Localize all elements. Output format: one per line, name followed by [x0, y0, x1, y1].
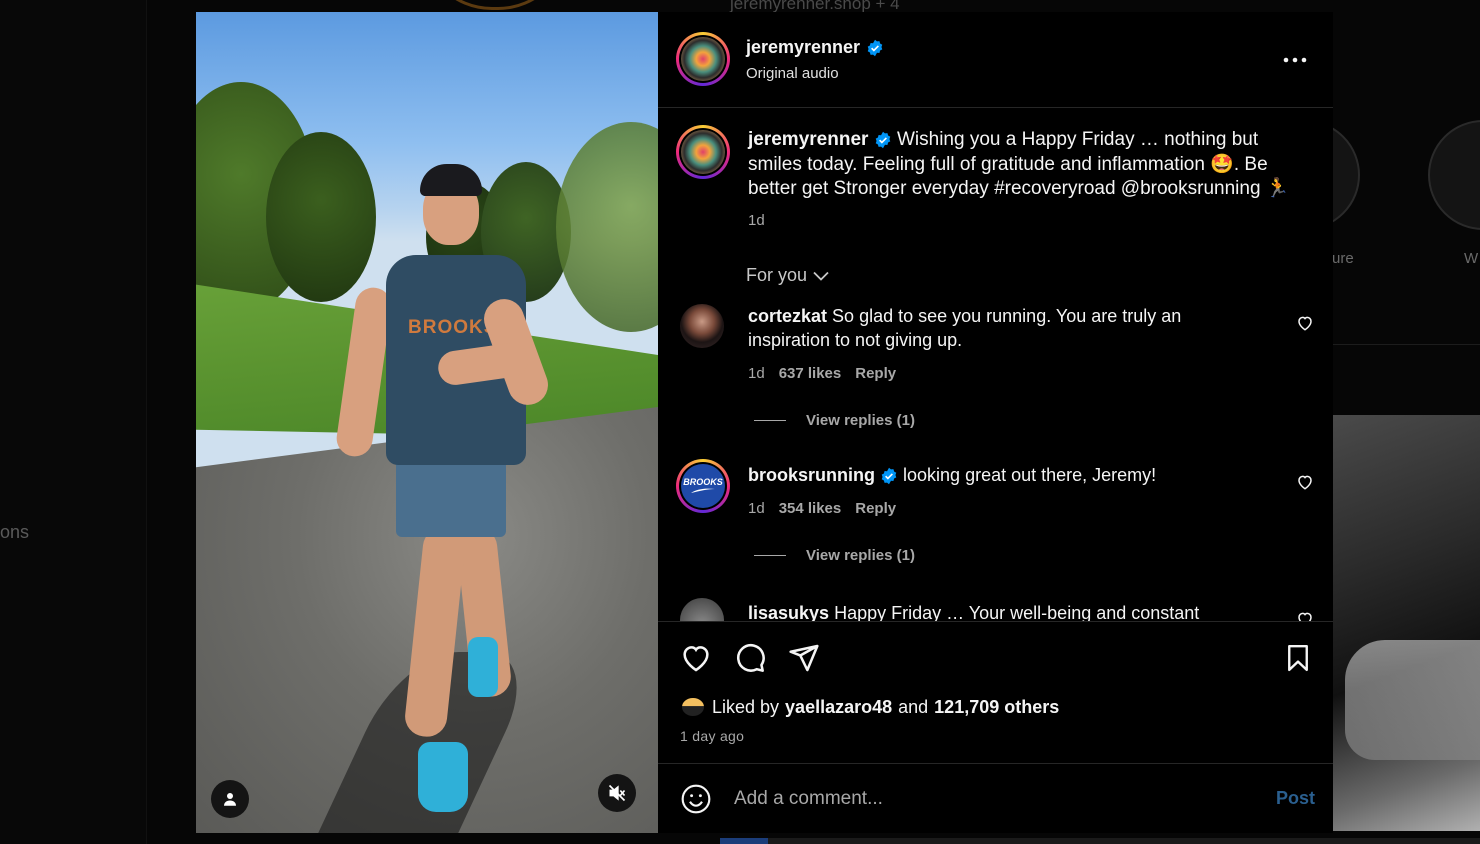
commenter-username-link[interactable]: brooksrunning [748, 465, 875, 485]
comment-reply-button[interactable]: Reply [855, 500, 896, 517]
original-audio-link[interactable]: Original audio [746, 65, 839, 82]
more-options-icon [1283, 57, 1307, 63]
view-replies-button[interactable]: View replies (1) [754, 547, 915, 564]
background-left-nav [0, 0, 147, 844]
liked-by-and: and [898, 696, 929, 717]
like-button[interactable] [678, 640, 714, 676]
chevron-down-icon [813, 271, 829, 281]
comment-like-heart-icon[interactable] [1296, 610, 1314, 621]
muted-speaker-icon [608, 784, 626, 802]
background-divider [1333, 344, 1480, 345]
caption-author-avatar[interactable] [676, 125, 730, 179]
comment-icon [737, 644, 765, 672]
user-icon [224, 793, 236, 806]
liked-by-others-link[interactable]: 121,709 others [934, 697, 1059, 718]
commenter-avatar[interactable]: BROOKS [676, 459, 730, 513]
comment-meta: 1d 637 likes Reply [748, 365, 896, 382]
view-replies-label: View replies (1) [806, 412, 915, 429]
post-details-panel: jeremyrenner Original audio jeremyrenner… [658, 12, 1333, 833]
post-timestamp[interactable]: 1 day ago [680, 728, 744, 744]
background-nav-fragment: ons [0, 522, 30, 542]
comment-text: brooksrunning looking great out there, J… [748, 463, 1288, 487]
background-shoe-image [1345, 640, 1480, 760]
comment-timestamp[interactable]: 1d [748, 365, 765, 382]
share-icon [789, 644, 819, 672]
comment-sort-dropdown[interactable]: For you [746, 265, 829, 286]
commenter-username-link[interactable]: lisasukys [748, 603, 829, 621]
comment-button[interactable] [732, 640, 768, 676]
mute-toggle-button[interactable] [598, 774, 636, 812]
author-avatar[interactable] [676, 32, 730, 86]
commenter-username-link[interactable]: cortezkat [748, 306, 827, 326]
bookmark-icon [1288, 644, 1308, 672]
brooks-avatar-logo-text: BROOKS [683, 477, 723, 487]
view-replies-button[interactable]: View replies (1) [754, 412, 915, 429]
comment-text: cortezkat So glad to see you running. Yo… [748, 304, 1248, 352]
caption-text: jeremyrenner Wishing you a Happy Friday … [748, 128, 1308, 202]
post-actions-bar: Liked by yaellazaro48 and 121,709 others [658, 621, 1333, 763]
emoji-icon[interactable] [680, 783, 712, 815]
post-header: jeremyrenner Original audio [658, 12, 1333, 108]
background-profile-ring [420, 0, 570, 10]
comment-likes-count[interactable]: 354 likes [779, 500, 842, 517]
liked-by-prefix: Liked by [712, 696, 780, 717]
brooks-swoosh-icon [691, 488, 715, 493]
comment-reply-button[interactable]: Reply [855, 365, 896, 382]
liker-avatar[interactable] [680, 696, 706, 718]
caption-timestamp[interactable]: 1d [748, 212, 765, 229]
verified-badge-icon [875, 131, 890, 149]
comment-likes-count[interactable]: 637 likes [779, 365, 842, 382]
add-comment-input[interactable] [734, 784, 1254, 814]
comment-like-heart-icon[interactable] [1296, 314, 1314, 332]
post-video[interactable]: BROOKS [196, 12, 658, 833]
comment-body: Happy Friday … Your well-being and const… [834, 603, 1200, 621]
background-bottom-thumbnails [720, 838, 1480, 844]
liked-by-row: Liked by yaellazaro48 and 121,709 others [680, 696, 1059, 718]
caption-username-link[interactable]: jeremyrenner [748, 129, 868, 150]
view-replies-label: View replies (1) [806, 547, 915, 564]
heart-icon [683, 646, 709, 672]
commenter-avatar[interactable] [680, 598, 724, 621]
verified-badge-icon [881, 468, 897, 485]
share-button[interactable] [786, 640, 822, 676]
author-username-row: jeremyrenner [746, 37, 884, 58]
comment-meta: 1d 354 likes Reply [748, 500, 896, 517]
background-highlight-label-1: ure [1332, 250, 1354, 267]
commenter-avatar[interactable] [680, 304, 724, 348]
save-button[interactable] [1280, 640, 1316, 676]
background-highlight-label-2: W [1464, 250, 1479, 267]
comment-text: lisasukys Happy Friday … Your well-being… [748, 601, 1288, 621]
video-runner: BROOKS [334, 157, 566, 817]
background-post-thumbnail [1333, 415, 1480, 831]
add-comment-bar: Post [658, 763, 1333, 833]
comment-like-heart-icon[interactable] [1296, 473, 1314, 491]
background-highlight-2 [1428, 120, 1480, 230]
more-options-button[interactable] [1278, 48, 1312, 72]
verified-badge-icon [867, 39, 883, 56]
comment-body: looking great out there, Jeremy! [903, 465, 1157, 485]
post-comment-button[interactable]: Post [1276, 788, 1315, 809]
comment-sort-label: For you [746, 265, 808, 285]
author-username-link[interactable]: jeremyrenner [746, 37, 860, 58]
comment-timestamp[interactable]: 1d [748, 500, 765, 517]
comments-scroll-area[interactable]: jeremyrenner Wishing you a Happy Friday … [658, 109, 1333, 621]
tagged-users-button[interactable] [211, 780, 249, 818]
liked-by-user-link[interactable]: yaellazaro48 [785, 697, 892, 718]
